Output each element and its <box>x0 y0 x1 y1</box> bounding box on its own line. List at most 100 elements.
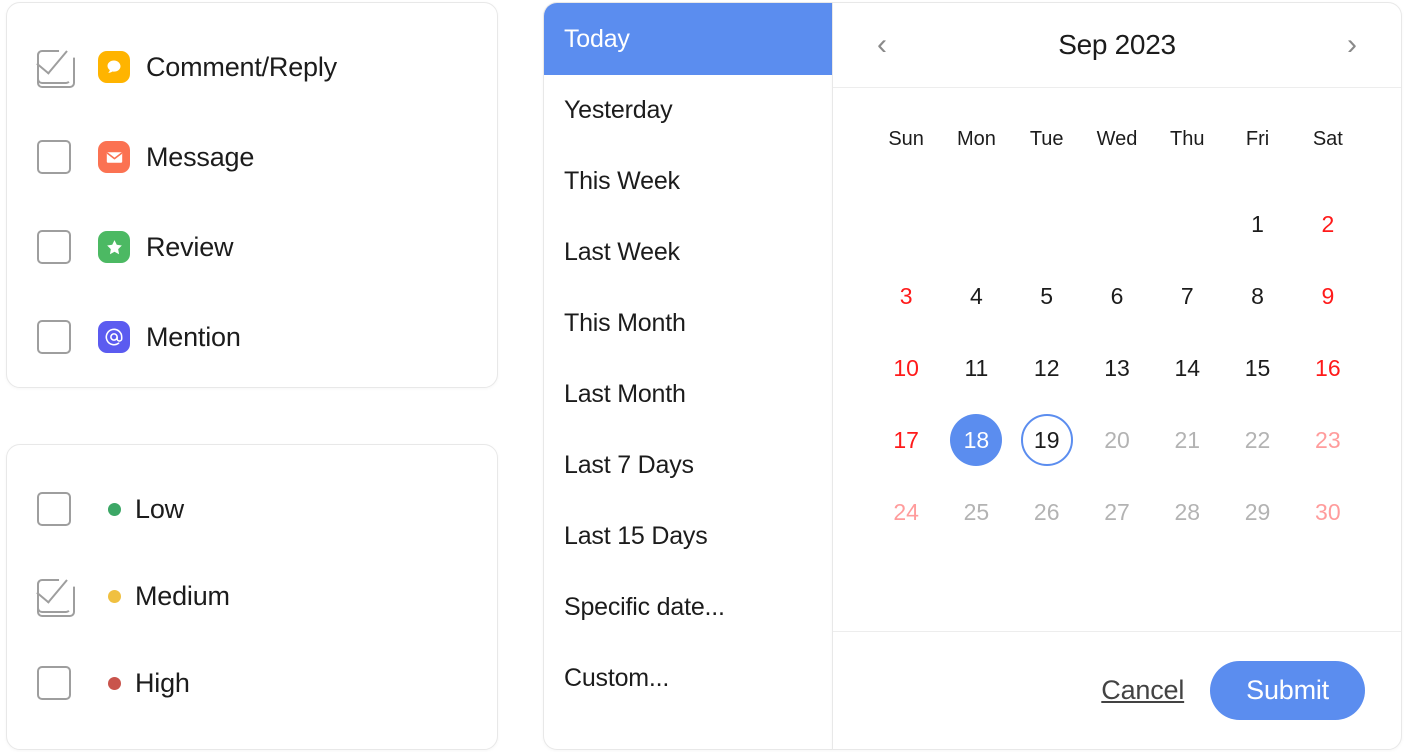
priority-label: Medium <box>135 580 230 611</box>
date-range-label: Specific date... <box>564 592 725 621</box>
date-range-label: This Week <box>564 166 680 195</box>
calendar-day[interactable]: 4 <box>941 260 1011 332</box>
calendar-day[interactable]: 26 <box>1012 476 1082 548</box>
date-range-item[interactable]: Last Week <box>544 216 832 288</box>
date-range-item[interactable]: Last Month <box>544 358 832 430</box>
date-range-item[interactable]: This Month <box>544 287 832 359</box>
weekday-label: Fri <box>1245 128 1270 150</box>
notification-type-checkbox[interactable] <box>36 41 71 84</box>
calendar-day-number: 2 <box>1321 210 1335 237</box>
notification-type-label: Message <box>146 141 255 172</box>
calendar-day[interactable]: 10 <box>871 332 941 404</box>
calendar-day[interactable]: 18 <box>941 404 1011 476</box>
prev-month-icon[interactable]: ‹ <box>869 30 895 60</box>
next-month-icon[interactable]: › <box>1339 30 1365 60</box>
priority-checkbox[interactable] <box>37 666 71 700</box>
calendar-day[interactable]: 1 <box>1222 188 1292 260</box>
submit-button[interactable]: Submit <box>1210 661 1365 720</box>
calendar-day[interactable]: 5 <box>1012 260 1082 332</box>
calendar-day-empty <box>941 188 1011 260</box>
calendar-day[interactable]: 13 <box>1082 332 1152 404</box>
calendar-day[interactable]: 3 <box>871 260 941 332</box>
calendar-day-number: 9 <box>1321 282 1335 309</box>
calendar-day[interactable]: 25 <box>941 476 1011 548</box>
calendar-panel: ‹ Sep 2023 › Sun Mon Tue Wed Thu Fri Sat 12345… <box>832 2 1402 750</box>
calendar-day-number: 16 <box>1315 354 1341 381</box>
notification-type-checkbox[interactable] <box>37 320 71 354</box>
priority-row[interactable]: Low <box>37 487 184 531</box>
calendar-day-number: 12 <box>1033 354 1060 381</box>
calendar-day[interactable]: 11 <box>941 332 1011 404</box>
notification-type-checkbox[interactable] <box>37 140 71 174</box>
calendar-day[interactable]: 6 <box>1082 260 1152 332</box>
calendar-day[interactable]: 12 <box>1012 332 1082 404</box>
calendar-day[interactable]: 30 <box>1293 476 1363 548</box>
date-range-item[interactable]: Yesterday <box>544 74 832 146</box>
calendar-day[interactable]: 27 <box>1082 476 1152 548</box>
calendar-day-number: 11 <box>964 354 989 381</box>
weekday-label: Mon <box>956 128 996 150</box>
date-range-item[interactable]: This Week <box>544 145 832 217</box>
calendar-day[interactable]: 20 <box>1082 404 1152 476</box>
screen-root: Comment/Reply Message Review Mention Low Med… <box>0 0 1406 752</box>
priority-row[interactable]: Medium <box>36 570 230 618</box>
priority-color-dot <box>108 502 121 516</box>
calendar-weekday-header: Sun Mon Tue Wed Thu Fri Sat <box>833 128 1401 151</box>
weekday-label: Wed <box>1096 128 1138 150</box>
calendar-day-number: 21 <box>1174 426 1201 453</box>
notification-type-checkbox[interactable] <box>37 230 71 264</box>
calendar-day-number: 26 <box>1033 498 1060 525</box>
calendar-day[interactable]: 21 <box>1152 404 1222 476</box>
date-range-item[interactable]: Today <box>544 3 832 75</box>
calendar-day[interactable]: 15 <box>1222 332 1292 404</box>
calendar-day[interactable]: 14 <box>1152 332 1222 404</box>
notification-type-row[interactable]: Mention <box>37 315 241 359</box>
date-range-item[interactable]: Specific date... <box>544 571 832 643</box>
calendar-day-number: 20 <box>1104 426 1130 453</box>
calendar-header: ‹ Sep 2023 › <box>833 3 1401 88</box>
notification-type-row[interactable]: Comment/Reply <box>36 41 337 89</box>
calendar-day-empty <box>1152 188 1222 260</box>
calendar-day-number: 6 <box>1110 282 1124 309</box>
date-range-item[interactable]: Custom... <box>544 642 832 714</box>
priority-checkbox[interactable] <box>36 570 71 613</box>
date-range-label: Last 7 Days <box>564 450 694 479</box>
calendar-day[interactable]: 28 <box>1152 476 1222 548</box>
notification-type-row[interactable]: Review <box>37 225 234 269</box>
calendar-day[interactable]: 23 <box>1293 404 1363 476</box>
calendar-day[interactable]: 16 <box>1293 332 1363 404</box>
at-sign-icon <box>98 321 130 353</box>
envelope-icon <box>98 141 130 173</box>
date-range-item[interactable]: Last 7 Days <box>544 429 832 501</box>
calendar-day-number: 17 <box>893 426 919 453</box>
calendar-day[interactable]: 8 <box>1222 260 1292 332</box>
priority-row[interactable]: High <box>37 661 190 705</box>
calendar-day[interactable]: 24 <box>871 476 941 548</box>
calendar-day[interactable]: 7 <box>1152 260 1222 332</box>
comment-bubble-icon <box>98 51 130 83</box>
calendar-day-number: 19 <box>1020 414 1073 466</box>
calendar-day-number: 28 <box>1174 498 1201 525</box>
calendar-day-number: 14 <box>1174 354 1201 381</box>
calendar-day[interactable]: 17 <box>871 404 941 476</box>
calendar-day-empty <box>1082 188 1152 260</box>
date-range-item[interactable]: Last 15 Days <box>544 500 832 572</box>
calendar-day[interactable]: 2 <box>1293 188 1363 260</box>
calendar-day[interactable]: 29 <box>1222 476 1292 548</box>
calendar-day[interactable]: 22 <box>1222 404 1292 476</box>
calendar-day-number: 25 <box>963 498 990 525</box>
date-range-label: This Month <box>564 308 686 337</box>
calendar-day-number: 3 <box>899 282 913 309</box>
checkbox-box <box>37 230 71 264</box>
cancel-button[interactable]: Cancel <box>1097 675 1188 706</box>
calendar-day[interactable]: 9 <box>1293 260 1363 332</box>
calendar-day-number: 10 <box>893 354 919 381</box>
priority-checkbox[interactable] <box>37 492 71 526</box>
weekday-label: Tue <box>1029 128 1064 150</box>
calendar-day[interactable]: 19 <box>1012 404 1082 476</box>
date-range-list-panel: Today Yesterday This Week Last Week This Mon… <box>543 2 832 750</box>
calendar-footer: Cancel Submit <box>833 631 1401 749</box>
calendar-day-number: 29 <box>1244 498 1271 525</box>
date-range-label: Yesterday <box>564 95 673 124</box>
notification-type-row[interactable]: Message <box>37 135 254 179</box>
